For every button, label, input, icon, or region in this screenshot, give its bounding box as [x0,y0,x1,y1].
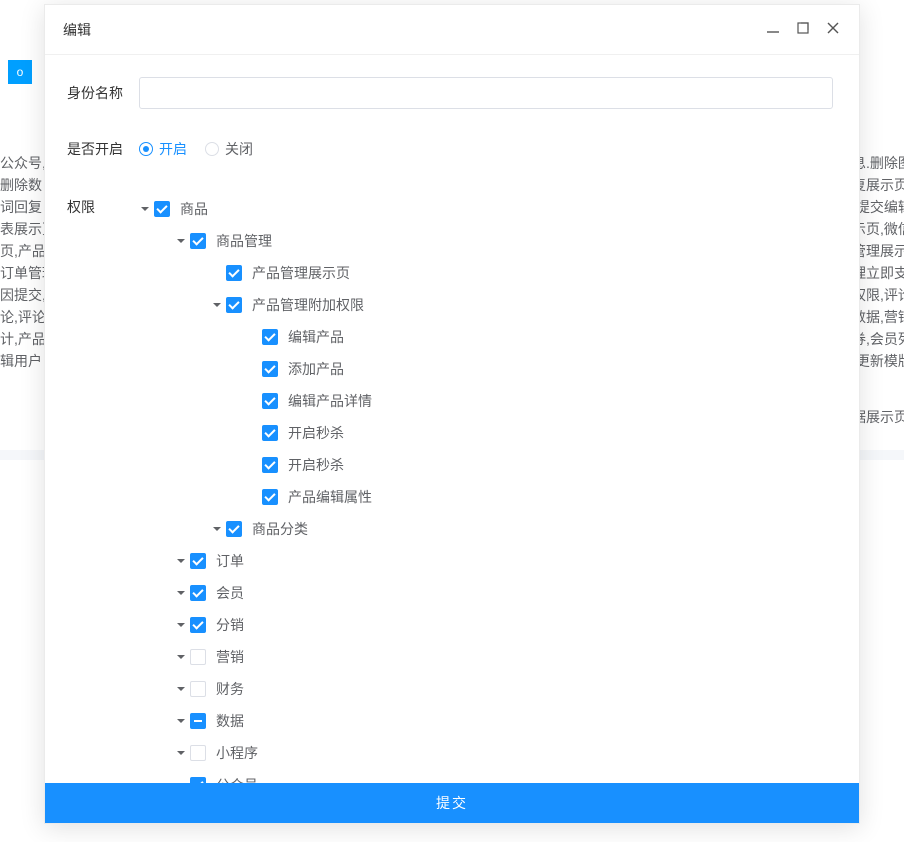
tree-checkbox[interactable] [262,329,278,345]
tree-checkbox[interactable] [226,265,242,281]
tree-checkbox[interactable] [262,489,278,505]
tree-checkbox[interactable] [190,649,206,665]
tree-row-cat: 商品分类 [175,513,833,545]
tree-row-data: 数据 [157,705,833,737]
chevron-right-icon[interactable] [175,747,187,759]
tree-label: 数据 [216,711,244,731]
tree-checkbox[interactable] [190,553,206,569]
tree-row-mini: 小程序 [157,737,833,769]
tree-label: 财务 [216,679,244,699]
tree-checkbox[interactable] [154,201,170,217]
tree-label: 订单 [216,551,244,571]
tree-checkbox[interactable] [190,777,206,783]
close-icon[interactable] [825,20,841,39]
tree-row-p2: 添加产品 [193,353,833,385]
minimize-icon[interactable] [765,20,781,39]
radio-off-label: 关闭 [225,139,253,159]
radio-off[interactable]: 关闭 [205,139,253,159]
tree-label: 公众号 [216,775,258,783]
tree-checkbox[interactable] [190,713,206,729]
tree-label: 小程序 [216,743,258,763]
tree-row-p3: 编辑产品详情 [193,385,833,417]
bg-badge: o [8,60,32,84]
radio-dot-icon [205,142,219,156]
radio-on-label: 开启 [159,139,187,159]
tree-label: 添加产品 [288,359,344,379]
tree-checkbox[interactable] [190,681,206,697]
modal-header: 编辑 [45,5,859,55]
tree-label: 商品管理 [216,231,272,251]
chevron-right-icon[interactable] [175,715,187,727]
tree-label: 产品管理展示页 [252,263,350,283]
tree-row-order: 订单 [157,545,833,577]
tree-row-p6: 产品编辑属性 [193,481,833,513]
tree-checkbox[interactable] [190,233,206,249]
radio-on[interactable]: 开启 [139,139,187,159]
tree-row-member: 会员 [157,577,833,609]
modal-body[interactable]: 身份名称 是否开启 开启 关闭 权 [45,55,859,783]
tree-row-p5: 开启秒杀 [193,449,833,481]
tree-row-dist: 分销 [157,609,833,641]
tree-label: 营销 [216,647,244,667]
tree-row-p4: 开启秒杀 [193,417,833,449]
tree-row-mg2: 产品管理附加权限 [175,289,833,321]
tree-checkbox[interactable] [262,425,278,441]
tree-row-mg: 商品管理 [157,225,833,257]
chevron-right-icon[interactable] [175,651,187,663]
tree-row-p1: 编辑产品 [193,321,833,353]
tree-row-mp: 公众号 [157,769,833,783]
tree-label: 开启秒杀 [288,455,344,475]
chevron-down-icon[interactable] [175,235,187,247]
tree-checkbox[interactable] [226,521,242,537]
chevron-right-icon[interactable] [175,555,187,567]
tree-label: 编辑产品 [288,327,344,347]
tree-row-finance: 财务 [157,673,833,705]
submit-button[interactable]: 提交 [45,783,859,823]
tree-row-mg1: 产品管理展示页 [175,257,833,289]
chevron-down-icon[interactable] [139,203,151,215]
chevron-right-icon[interactable] [175,779,187,783]
radio-dot-icon [139,142,153,156]
tree-checkbox[interactable] [226,297,242,313]
tree-label: 商品 [180,199,208,219]
tree-label: 产品管理附加权限 [252,295,364,315]
chevron-right-icon[interactable] [175,587,187,599]
label-name: 身份名称 [67,77,139,109]
chevron-right-icon[interactable] [175,619,187,631]
tree-label: 产品编辑属性 [288,487,372,507]
chevron-right-icon[interactable] [175,683,187,695]
tree-checkbox[interactable] [262,393,278,409]
tree-row-root: 商品 [139,193,833,225]
modal-title: 编辑 [63,20,765,40]
tree-label: 分销 [216,615,244,635]
chevron-down-icon[interactable] [211,299,223,311]
chevron-right-icon[interactable] [211,523,223,535]
name-input[interactable] [139,77,833,109]
tree-label: 会员 [216,583,244,603]
tree-checkbox[interactable] [190,585,206,601]
bg-left-text: 公众号,删除数词回复表展示页页,产品分订单管理因提交,论,评论计,产品辑用户 [0,152,38,372]
label-enable: 是否开启 [67,133,139,165]
tree-checkbox[interactable] [262,457,278,473]
tree-checkbox[interactable] [262,361,278,377]
tree-checkbox[interactable] [190,617,206,633]
permission-tree: 商品商品管理产品管理展示页产品管理附加权限编辑产品添加产品编辑产品详情开启秒杀开… [139,189,833,783]
tree-label: 开启秒杀 [288,423,344,443]
tree-row-market: 营销 [157,641,833,673]
label-perm: 权限 [67,189,139,783]
tree-label: 编辑产品详情 [288,391,372,411]
fullscreen-icon[interactable] [795,20,811,39]
tree-label: 商品分类 [252,519,308,539]
tree-checkbox[interactable] [190,745,206,761]
edit-modal: 编辑 身份名称 是否开启 [44,4,860,824]
